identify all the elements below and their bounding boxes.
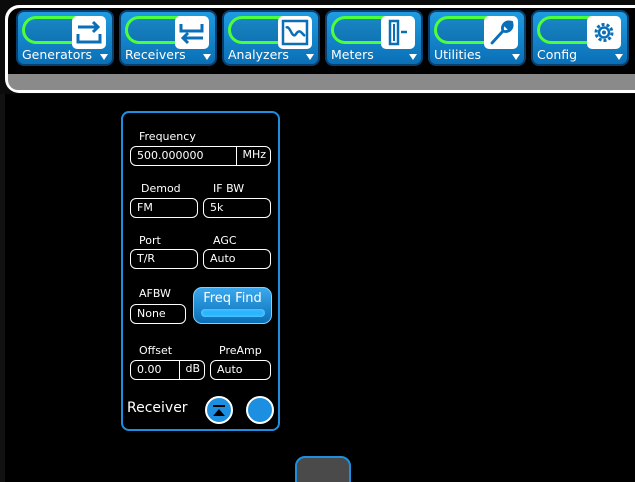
- preamp-field[interactable]: Auto: [210, 360, 271, 380]
- receiver-panel: Frequency 500.000000 MHz Demod IF BW FM …: [121, 111, 280, 431]
- gear-icon: [587, 16, 621, 49]
- freq-find-bar: [201, 309, 265, 317]
- generators-menu-button[interactable]: Generators: [16, 10, 114, 66]
- agc-field[interactable]: Auto: [203, 249, 271, 269]
- status-strip: [8, 74, 635, 90]
- left-border: [0, 94, 5, 482]
- frequency-field[interactable]: 500.000000 MHz: [130, 146, 271, 166]
- preamp-value: Auto: [217, 363, 243, 376]
- receiver-title: Receiver: [127, 400, 188, 416]
- meters-label: Meters: [331, 47, 374, 62]
- freq-find-label: Freq Find: [203, 291, 262, 306]
- frequency-unit: MHz: [236, 146, 271, 166]
- agc-label: AGC: [213, 234, 237, 247]
- collapse-up-icon: [213, 405, 225, 416]
- wrench-icon: [484, 16, 518, 49]
- port-field[interactable]: T/R: [130, 249, 198, 269]
- meters-menu-button[interactable]: Meters: [325, 10, 423, 66]
- receivers-menu-button[interactable]: Receivers: [119, 10, 217, 66]
- chevron-down-icon: [203, 54, 211, 60]
- bottom-drawer-tab[interactable]: [295, 456, 351, 482]
- demod-label: Demod: [141, 182, 181, 195]
- afbw-value: None: [137, 307, 166, 320]
- generators-label: Generators: [22, 47, 92, 62]
- receivers-icon: [175, 16, 209, 49]
- frequency-value: 500.000000: [137, 149, 204, 162]
- ifbw-label: IF BW: [213, 182, 245, 195]
- freq-find-button[interactable]: Freq Find: [193, 287, 272, 324]
- utilities-label: Utilities: [434, 47, 482, 62]
- chevron-down-icon: [512, 54, 520, 60]
- demod-value: FM: [137, 201, 153, 214]
- chevron-down-icon: [100, 54, 108, 60]
- chevron-down-icon: [306, 54, 314, 60]
- port-label: Port: [139, 234, 161, 247]
- frequency-label: Frequency: [139, 130, 196, 143]
- chevron-down-icon: [615, 54, 623, 60]
- utilities-menu-button[interactable]: Utilities: [428, 10, 526, 66]
- afbw-label: AFBW: [139, 287, 171, 300]
- config-label: Config: [537, 47, 578, 62]
- offset-unit: dB: [179, 360, 205, 380]
- chevron-down-icon: [409, 54, 417, 60]
- afbw-field[interactable]: None: [130, 304, 186, 324]
- agc-value: Auto: [210, 252, 236, 265]
- preamp-label: PreAmp: [219, 344, 262, 357]
- analyzers-label: Analyzers: [228, 47, 289, 62]
- analyzers-menu-button[interactable]: Analyzers: [222, 10, 320, 66]
- meters-icon: [381, 16, 415, 49]
- collapse-button[interactable]: [205, 396, 233, 424]
- ifbw-value: 5k: [210, 201, 224, 214]
- ifbw-field[interactable]: 5k: [203, 198, 271, 218]
- offset-value: 0.00: [137, 363, 162, 376]
- generators-icon: [72, 16, 106, 49]
- config-menu-button[interactable]: Config: [531, 10, 629, 66]
- offset-field[interactable]: 0.00 dB: [130, 360, 205, 380]
- top-toolbar: Generators Receivers Analyzers Meters Ut…: [0, 0, 635, 94]
- receivers-label: Receivers: [125, 47, 186, 62]
- analyzers-icon: [278, 16, 312, 49]
- port-value: T/R: [137, 252, 156, 265]
- demod-field[interactable]: FM: [130, 198, 198, 218]
- run-button[interactable]: [246, 396, 274, 424]
- offset-label: Offset: [139, 344, 173, 357]
